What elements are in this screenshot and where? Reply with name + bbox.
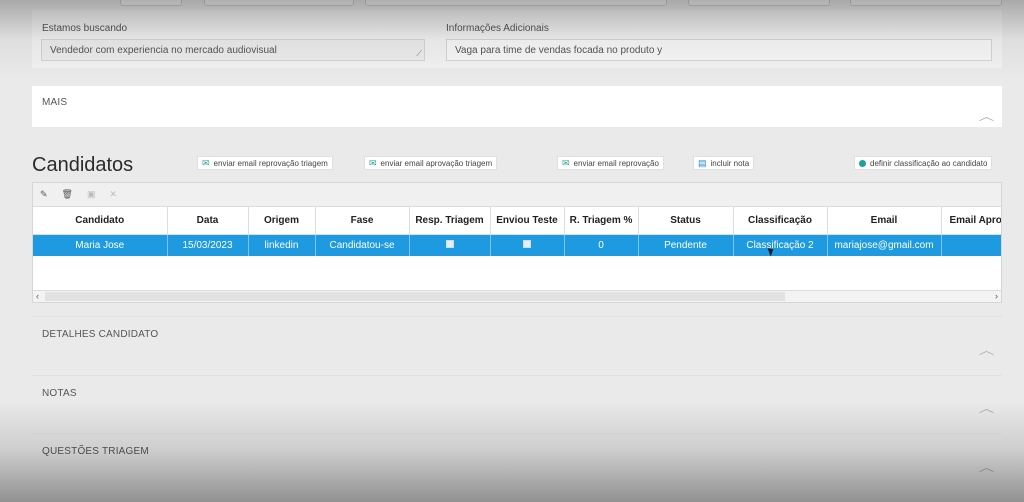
screening-questions-title: QUESTÕES TRIAGEM [42,446,149,457]
column-header-classification[interactable]: Classificação [733,207,828,235]
notes-title: NOTAS [42,388,77,399]
table-row[interactable]: Maria Jose 15/03/2023 linkedin Candidato… [33,234,1001,256]
cell-email[interactable]: mariajose@gmail.com [827,234,942,256]
partial-field[interactable] [204,0,354,6]
chevron-up-icon[interactable]: ︿ [979,108,994,124]
circle-icon [859,159,866,167]
reject-email-label: enviar email reprovação [573,158,659,168]
close-icon[interactable]: ✕ [110,189,118,200]
partial-field[interactable] [850,0,1002,6]
seeking-value: Vendedor com experiencia no mercado audi… [50,45,277,56]
cell-phase[interactable]: Candidatou-se [315,234,410,256]
cell-test-sent[interactable] [490,234,565,256]
seeking-textarea[interactable]: Vendedor com experiencia no mercado audi… [41,39,425,61]
column-header-phase[interactable]: Fase [315,207,410,235]
column-header-date[interactable]: Data [167,207,249,235]
column-header-candidate[interactable]: Candidato [33,207,168,235]
additional-info-field[interactable]: Vaga para time de vendas focada no produ… [446,39,992,61]
reject-screening-email-button[interactable]: ✉ enviar email reprovação triagem [197,156,333,170]
screening-answered-checkbox[interactable] [445,239,454,248]
envelope-icon: ✉ [202,157,210,168]
chevron-up-icon[interactable]: ︿ [979,342,994,358]
document-icon: ▤ [698,157,707,168]
column-header-screening-answered[interactable]: Resp. Triagem [409,207,491,235]
candidates-grid: ✎ 🗑 ▣ ✕ Candidato Data Origem Fase Resp.… [32,182,1002,303]
more-panel[interactable]: MAIS ︿ [32,86,1002,127]
partial-field[interactable] [120,0,182,6]
cell-screening-answered[interactable] [409,234,491,256]
save-icon[interactable]: ▣ [87,189,96,200]
job-info-panel: Estamos buscando Vendedor com experienci… [32,10,1002,68]
envelope-icon: ✉ [369,157,377,168]
candidate-details-panel[interactable]: DETALHES CANDIDATO ︿ [32,316,1002,375]
scroll-left-icon[interactable]: ‹ [36,291,39,301]
column-header-status[interactable]: Status [638,207,734,235]
reject-screening-email-label: enviar email reprovação triagem [213,158,328,168]
column-header-origin[interactable]: Origem [248,207,316,235]
column-header-screening-pct[interactable]: R. Triagem % [564,207,639,235]
screening-questions-panel[interactable]: QUESTÕES TRIAGEM ︿ [32,433,1002,493]
seeking-label: Estamos buscando [42,23,128,34]
test-sent-checkbox[interactable] [523,239,531,248]
horizontal-scrollbar[interactable]: ‹ › [33,290,1001,302]
additional-info-label: Informações Adicionais [446,23,549,34]
scrollbar-thumb[interactable] [45,292,785,301]
cell-classification[interactable]: Classificação 2 [733,234,828,256]
column-header-email-approval[interactable]: Email Aprov [941,207,1001,235]
top-fields-strip [32,0,1002,10]
column-header-test-sent[interactable]: Enviou Teste [490,207,565,235]
column-header-email[interactable]: Email [827,207,942,235]
additional-info-value: Vaga para time de vendas focada no produ… [455,45,663,56]
notes-panel[interactable]: NOTAS ︿ [32,375,1002,433]
candidate-details-title: DETALHES CANDIDATO [42,329,159,340]
cell-screening-pct[interactable]: 0 [564,234,639,256]
approve-screening-email-button[interactable]: ✉ enviar email aprovação triagem [364,156,498,170]
cell-email-approval[interactable] [941,234,1001,256]
reject-email-button[interactable]: ✉ enviar email reprovação [557,156,664,170]
resize-grip-icon[interactable]: ⟋ [416,49,422,59]
candidates-title: Candidatos [32,154,134,176]
grid-toolbar: ✎ 🗑 ▣ ✕ [33,183,1001,207]
cell-status[interactable]: Pendente [638,234,734,256]
grid-viewport: Candidato Data Origem Fase Resp. Triagem… [33,207,1001,256]
chevron-up-icon[interactable]: ︿ [979,400,994,416]
add-note-label: incluir nota [710,158,750,168]
candidates-table: Candidato Data Origem Fase Resp. Triagem… [33,207,1001,256]
table-header-row: Candidato Data Origem Fase Resp. Triagem… [33,207,1001,235]
trash-icon[interactable]: 🗑 [62,189,73,200]
more-panel-title: MAIS [42,97,68,108]
cell-date[interactable]: 15/03/2023 [167,234,249,256]
envelope-icon: ✉ [562,157,570,168]
cell-origin[interactable]: linkedin [248,234,316,256]
pin-icon[interactable]: ✎ [40,189,48,200]
partial-field[interactable] [688,0,830,6]
add-note-button[interactable]: ▤ incluir nota [693,156,755,170]
approve-screening-email-label: enviar email aprovação triagem [380,158,493,168]
scroll-right-icon[interactable]: › [995,291,998,301]
set-classification-label: definir classificação ao candidato [870,158,988,168]
partial-field[interactable] [365,0,667,6]
chevron-up-icon[interactable]: ︿ [979,459,994,475]
set-classification-button[interactable]: definir classificação ao candidato [854,156,993,170]
cell-candidate[interactable]: Maria Jose [33,234,168,256]
